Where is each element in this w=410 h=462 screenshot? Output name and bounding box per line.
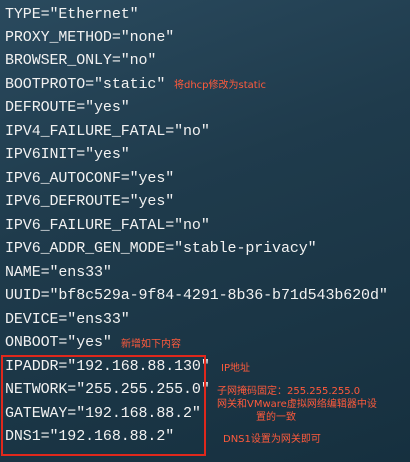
config-line-defroute: DEFROUTE="yes" <box>5 99 130 116</box>
config-line-onboot: ONBOOT="yes" <box>5 334 112 351</box>
added-content-annotation: 新增如下内容 <box>121 339 181 350</box>
config-line-ipv6-addr-gen-mode: IPV6_ADDR_GEN_MODE="stable-privacy" <box>5 240 317 257</box>
bootproto-annotation: 将dhcp修改为static <box>174 80 266 91</box>
config-line-name: NAME="ens33" <box>5 264 112 281</box>
config-line-device: DEVICE="ens33" <box>5 311 130 328</box>
config-line-browser-only: BROWSER_ONLY="no" <box>5 52 157 69</box>
config-line-ipv6-autoconf: IPV6_AUTOCONF="yes" <box>5 170 175 187</box>
added-settings-highlight-box <box>1 355 206 456</box>
config-line-ipv4-failure-fatal: IPV4_FAILURE_FATAL="no" <box>5 123 210 140</box>
config-line-uuid: UUID="bf8c529a-9f84-4291-8b36-b71d543b62… <box>5 287 388 304</box>
config-line-ipv6-defroute: IPV6_DEFROUTE="yes" <box>5 193 175 210</box>
netmask-annotation-line1: 子网掩码固定：255.255.255.0 <box>217 386 361 397</box>
netmask-annotation-line2: 网关和VMware虚拟网络编辑器中设 <box>217 399 377 410</box>
config-line-proxy-method: PROXY_METHOD="none" <box>5 29 175 46</box>
config-line-ipv6init: IPV6INIT="yes" <box>5 146 130 163</box>
config-line-type: TYPE="Ethernet" <box>5 6 139 23</box>
ipaddr-annotation: IP地址 <box>221 363 250 374</box>
netmask-annotation-line3: 置的一致 <box>256 412 296 423</box>
config-line-ipv6-failure-fatal: IPV6_FAILURE_FATAL="no" <box>5 217 210 234</box>
config-line-bootproto: BOOTPROTO="static" <box>5 76 166 93</box>
dns-annotation: DNS1设置为网关即可 <box>223 434 321 445</box>
terminal-screenshot: { "config_lines": [ "TYPE=\"Ethernet\"",… <box>0 0 410 462</box>
